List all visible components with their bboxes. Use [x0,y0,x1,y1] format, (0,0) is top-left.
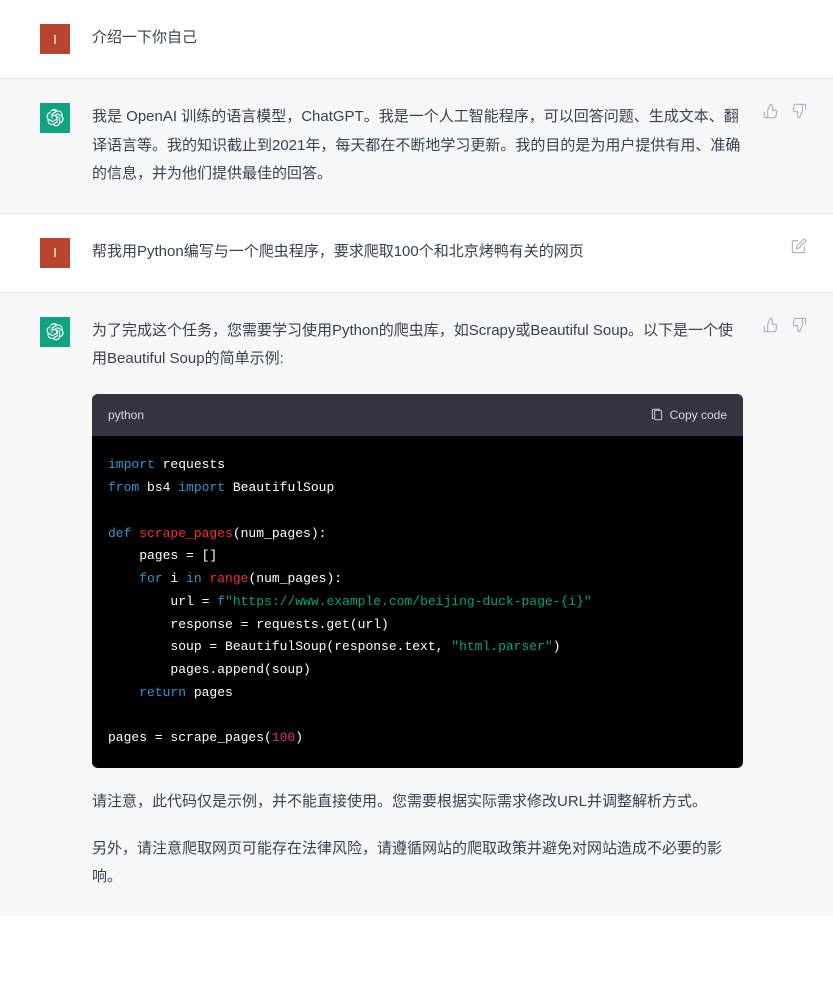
message-content: 介绍一下你自己 [92,24,793,54]
edit-actions [789,236,809,256]
code-content: import requests from bs4 import Beautifu… [92,436,743,768]
copy-code-button[interactable]: Copy code [650,404,727,427]
assistant-message-2: 为了完成这个任务，您需要学习使用Python的爬虫库，如Scrapy或Beaut… [0,293,833,916]
code-block: python Copy code import requests from bs… [92,394,743,769]
clipboard-icon [650,408,664,422]
thumbs-up-button[interactable] [761,315,781,335]
intro-text: 为了完成这个任务，您需要学习使用Python的爬虫库，如Scrapy或Beaut… [92,317,743,374]
copy-code-label: Copy code [670,404,727,427]
code-language-label: python [108,404,144,427]
user-avatar: I [40,238,70,268]
assistant-message-1: 我是 OpenAI 训练的语言模型，ChatGPT。我是一个人工智能程序，可以回… [0,79,833,214]
thumbs-down-button[interactable] [789,101,809,121]
note-1: 请注意，此代码仅是示例，并不能直接使用。您需要根据实际需求修改URL并调整解析方… [92,788,743,817]
code-header: python Copy code [92,394,743,437]
thumbs-down-button[interactable] [789,315,809,335]
message-content: 帮我用Python编写与一个爬虫程序，要求爬取100个和北京烤鸭有关的网页 [92,238,793,268]
feedback-actions [761,101,809,121]
feedback-actions [761,315,809,335]
user-message-2: I 帮我用Python编写与一个爬虫程序，要求爬取100个和北京烤鸭有关的网页 [0,214,833,293]
user-avatar: I [40,24,70,54]
message-content: 为了完成这个任务，您需要学习使用Python的爬虫库，如Scrapy或Beaut… [92,317,793,892]
user-message-1: I 介绍一下你自己 [0,0,833,79]
note-2: 另外，请注意爬取网页可能存在法律风险，请遵循网站的爬取政策并避免对网站造成不必要… [92,835,743,892]
assistant-avatar [40,103,70,133]
assistant-avatar [40,317,70,347]
message-content: 我是 OpenAI 训练的语言模型，ChatGPT。我是一个人工智能程序，可以回… [92,103,793,189]
thumbs-up-button[interactable] [761,101,781,121]
openai-icon [46,109,64,127]
edit-button[interactable] [789,236,809,256]
openai-icon [46,323,64,341]
